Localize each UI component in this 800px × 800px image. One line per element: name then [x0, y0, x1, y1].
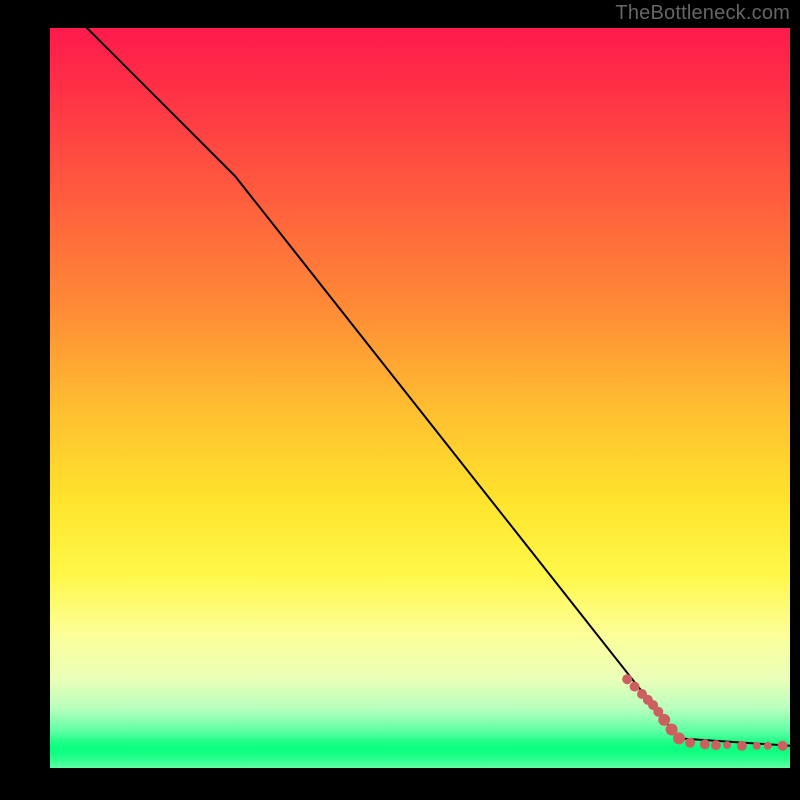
- data-point: [764, 742, 772, 750]
- chart-container: TheBottleneck.com: [0, 0, 800, 800]
- data-point: [685, 738, 695, 748]
- plot-overlay: [50, 28, 790, 768]
- watermark-text: TheBottleneck.com: [615, 2, 790, 25]
- data-point: [778, 741, 788, 751]
- bottleneck-curve: [87, 28, 790, 746]
- data-point: [630, 682, 640, 692]
- data-markers: [622, 674, 787, 751]
- data-point: [622, 674, 632, 684]
- data-point: [673, 732, 685, 744]
- data-point: [723, 741, 731, 749]
- data-point: [658, 714, 670, 726]
- data-point: [753, 742, 761, 750]
- data-point: [711, 740, 721, 750]
- data-point: [700, 739, 710, 749]
- data-point: [737, 741, 747, 751]
